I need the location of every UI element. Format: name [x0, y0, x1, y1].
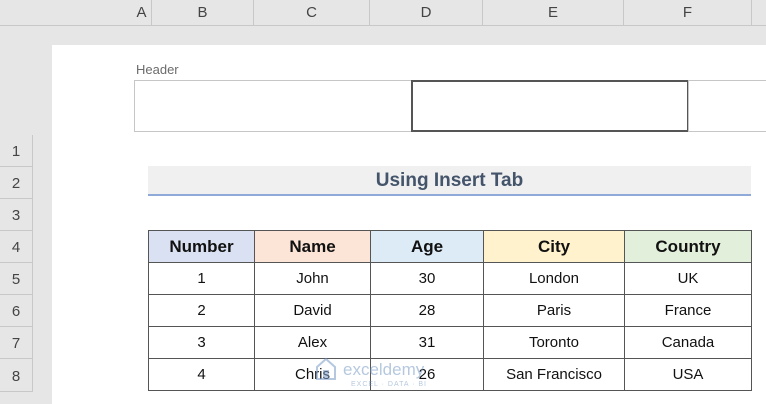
table-cell[interactable]: France [624, 294, 752, 327]
table-row: 1 John 30 London UK [148, 262, 752, 295]
table-cell[interactable]: London [483, 262, 625, 295]
table-cell[interactable]: Alex [254, 326, 371, 359]
column-header-d[interactable]: D [370, 0, 483, 26]
data-table: Number Name Age City Country 1 John 30 L… [148, 230, 752, 391]
spreadsheet-window: A B C D E F 1 2 3 4 5 6 7 8 Header Using… [0, 0, 766, 404]
column-header-e[interactable]: E [483, 0, 624, 26]
row-header-5[interactable]: 5 [0, 263, 33, 295]
table-cell[interactable]: 30 [370, 262, 484, 295]
column-header-cell[interactable]: Name [254, 230, 371, 263]
table-cell[interactable]: 28 [370, 294, 484, 327]
row-header-8[interactable]: 8 [0, 359, 33, 392]
table-cell[interactable]: USA [624, 358, 752, 391]
page-header-label: Header [136, 62, 179, 77]
column-header-f[interactable]: F [624, 0, 752, 26]
table-cell[interactable]: UK [624, 262, 752, 295]
table-cell[interactable]: John [254, 262, 371, 295]
column-header-cell[interactable]: City [483, 230, 625, 263]
sheet-title[interactable]: Using Insert Tab [148, 166, 751, 196]
row-header-3[interactable]: 3 [0, 199, 33, 231]
column-header-bar: A B C D E F [0, 0, 766, 26]
column-header-cell[interactable]: Age [370, 230, 484, 263]
header-right-section[interactable] [688, 80, 766, 132]
column-header-b[interactable]: B [152, 0, 254, 26]
row-header-6[interactable]: 6 [0, 295, 33, 327]
table-row: 3 Alex 31 Toronto Canada [148, 326, 752, 359]
table-header-row: Number Name Age City Country [148, 230, 752, 263]
row-header-4[interactable]: 4 [0, 231, 33, 263]
row-header-2[interactable]: 2 [0, 167, 33, 199]
table-cell[interactable]: Canada [624, 326, 752, 359]
table-cell[interactable]: David [254, 294, 371, 327]
column-header-c[interactable]: C [254, 0, 370, 26]
header-center-section[interactable] [411, 80, 689, 132]
table-cell[interactable]: 31 [370, 326, 484, 359]
column-header-a[interactable]: A [132, 0, 152, 26]
row-header-1[interactable]: 1 [0, 135, 33, 167]
table-cell[interactable]: Toronto [483, 326, 625, 359]
table-row: 4 Chris 26 San Francisco USA [148, 358, 752, 391]
table-cell[interactable]: San Francisco [483, 358, 625, 391]
header-left-section[interactable] [134, 80, 412, 132]
table-cell[interactable]: Paris [483, 294, 625, 327]
table-cell[interactable]: 4 [148, 358, 255, 391]
column-header-cell[interactable]: Country [624, 230, 752, 263]
table-cell[interactable]: 2 [148, 294, 255, 327]
row-header-7[interactable]: 7 [0, 327, 33, 359]
table-cell[interactable]: Chris [254, 358, 371, 391]
column-header-cell[interactable]: Number [148, 230, 255, 263]
table-row: 2 David 28 Paris France [148, 294, 752, 327]
table-cell[interactable]: 1 [148, 262, 255, 295]
table-cell[interactable]: 26 [370, 358, 484, 391]
table-cell[interactable]: 3 [148, 326, 255, 359]
